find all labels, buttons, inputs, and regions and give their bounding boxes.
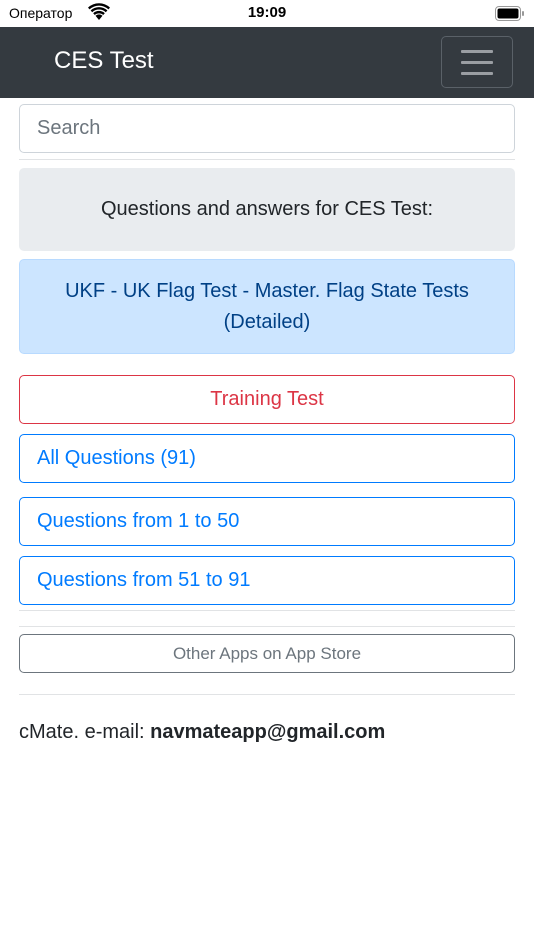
training-test-button[interactable]: Training Test — [19, 375, 515, 424]
test-info-box: UKF - UK Flag Test - Master. Flag State … — [19, 259, 515, 354]
hamburger-menu-icon — [461, 50, 493, 53]
contact-email[interactable]: navmateapp@gmail.com — [150, 721, 385, 743]
questions-51-91-button[interactable]: Questions from 51 to 91 — [19, 556, 515, 605]
footer-label: cMate. e-mail: — [19, 721, 151, 743]
divider — [19, 694, 515, 695]
other-apps-button[interactable]: Other Apps on App Store — [19, 634, 515, 673]
hamburger-menu-icon — [461, 61, 493, 64]
menu-toggle-button[interactable] — [441, 36, 513, 88]
navbar: CES Test — [0, 27, 534, 98]
status-bar: Оператор 19:09 — [0, 0, 534, 28]
status-time: 19:09 — [247, 4, 287, 21]
hamburger-menu-icon — [461, 72, 493, 75]
footer-contact: cMate. e-mail: navmateapp@gmail.com — [19, 721, 385, 744]
questions-header: Questions and answers for CES Test: — [19, 168, 515, 251]
all-questions-button[interactable]: All Questions (91) — [19, 434, 515, 483]
divider — [19, 626, 515, 627]
divider — [19, 610, 515, 611]
battery-icon — [495, 6, 524, 21]
test-title: UKF - UK Flag Test - Master. Flag State … — [65, 279, 469, 333]
questions-1-50-button[interactable]: Questions from 1 to 50 — [19, 497, 515, 546]
search-input[interactable] — [19, 104, 515, 153]
navbar-brand[interactable]: CES Test — [54, 47, 154, 75]
divider — [19, 159, 515, 160]
